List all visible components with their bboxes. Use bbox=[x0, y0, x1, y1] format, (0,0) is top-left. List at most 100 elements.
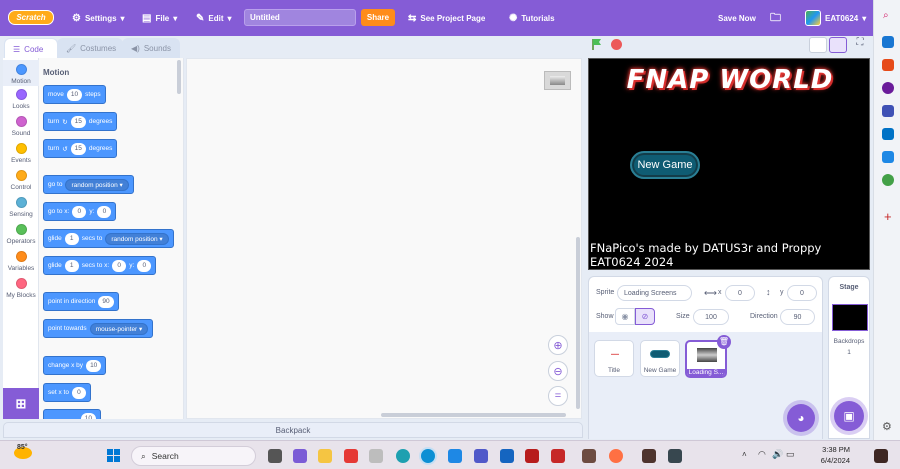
outlook-icon[interactable] bbox=[500, 449, 514, 463]
block-change-x[interactable]: change x by 10 bbox=[43, 356, 107, 375]
block-dropdown[interactable]: mouse-pointer ▾ bbox=[89, 322, 149, 335]
tab-costumes[interactable]: 🖌 Costumes bbox=[57, 38, 123, 58]
teams-work-icon[interactable] bbox=[474, 449, 488, 463]
block-dropdown[interactable]: random position ▾ bbox=[105, 232, 169, 245]
stage-selector-pane[interactable]: Stage Backdrops 1 ▣ bbox=[828, 276, 870, 439]
block-input[interactable]: 0 bbox=[112, 259, 127, 272]
category-operators[interactable]: Operators bbox=[3, 224, 39, 245]
zoom-reset-button[interactable]: = bbox=[548, 386, 568, 406]
block-input[interactable]: 10 bbox=[86, 359, 102, 372]
large-stage-button[interactable] bbox=[829, 37, 847, 53]
delete-sprite-icon[interactable]: 🗑 bbox=[717, 335, 731, 349]
small-stage-button[interactable] bbox=[809, 37, 827, 53]
store-icon[interactable] bbox=[369, 449, 383, 463]
game-icon[interactable] bbox=[642, 449, 656, 463]
block-input[interactable]: 0 bbox=[71, 386, 86, 399]
project-title-input[interactable]: Untitled bbox=[244, 9, 356, 26]
block-glide-xy[interactable]: glide 1 secs to x: 0 y: 0 bbox=[43, 256, 157, 275]
block-input[interactable]: 10 bbox=[80, 412, 96, 419]
gear-icon[interactable]: ⚙ bbox=[882, 420, 892, 433]
volume-icon[interactable]: 🔊 bbox=[772, 449, 783, 460]
category-my-blocks[interactable]: My Blocks bbox=[3, 278, 39, 299]
block-input[interactable]: 90 bbox=[98, 295, 114, 308]
zoom-out-button[interactable]: ⊖ bbox=[548, 361, 568, 381]
category-control[interactable]: Control bbox=[3, 170, 39, 191]
green-flag-icon[interactable] bbox=[591, 38, 603, 50]
briefcase-icon[interactable] bbox=[882, 59, 894, 71]
stop-icon[interactable] bbox=[611, 39, 622, 50]
tree-icon[interactable] bbox=[882, 174, 894, 186]
block-input[interactable]: 15 bbox=[70, 115, 86, 128]
sprite-name-input[interactable]: Loading Screens bbox=[617, 285, 692, 301]
size-input[interactable]: 100 bbox=[693, 309, 729, 325]
tutorials-button[interactable]: ✺ Tutorials bbox=[509, 0, 555, 36]
block-input[interactable]: 1 bbox=[64, 259, 79, 272]
clock-date[interactable]: 6/4/2024 bbox=[816, 456, 850, 465]
block-glide-to[interactable]: glide 1 secs to random position ▾ bbox=[43, 229, 174, 248]
block-input[interactable]: 0 bbox=[137, 259, 152, 272]
tab-sounds[interactable]: ◀) Sounds bbox=[122, 38, 180, 58]
sprite-tile-title[interactable]: ▬▬ Title bbox=[594, 340, 634, 377]
choose-sprite-icon[interactable]: ◕ bbox=[787, 404, 815, 432]
category-sensing[interactable]: Sensing bbox=[3, 197, 39, 218]
app-icon[interactable] bbox=[448, 449, 462, 463]
share-button[interactable]: Share bbox=[361, 9, 395, 26]
block-turn-right[interactable]: turn ↻ 15 degrees bbox=[43, 112, 118, 131]
tab-code[interactable]: ☰ Code bbox=[4, 38, 58, 59]
app-brown-icon[interactable] bbox=[582, 449, 596, 463]
block-turn-left[interactable]: turn ↺ 15 degrees bbox=[43, 139, 118, 158]
block-input[interactable]: 0 bbox=[97, 205, 112, 218]
file-menu[interactable]: ▤ File ▾ bbox=[142, 0, 177, 36]
search-icon[interactable]: ⌕ bbox=[883, 10, 889, 21]
outlook-icon[interactable] bbox=[882, 128, 894, 140]
x-input[interactable]: 0 bbox=[725, 285, 755, 301]
app-red-icon[interactable] bbox=[525, 449, 539, 463]
direction-input[interactable]: 90 bbox=[780, 309, 815, 325]
category-motion[interactable]: Motion bbox=[3, 60, 39, 86]
scratch-logo[interactable]: Scratch bbox=[8, 10, 54, 25]
stage-canvas[interactable]: FNAP WORLD New Game FNaPico's made by DA… bbox=[588, 58, 870, 270]
show-hidden-button[interactable]: ⊘ bbox=[635, 308, 655, 325]
block-point-towards[interactable]: point towards mouse-pointer ▾ bbox=[43, 319, 154, 338]
app-m-icon[interactable] bbox=[551, 449, 565, 463]
games-icon[interactable] bbox=[882, 82, 894, 94]
block-input[interactable]: 0 bbox=[72, 205, 87, 218]
send-icon[interactable] bbox=[882, 151, 894, 163]
firefox-icon[interactable] bbox=[609, 449, 623, 463]
backpack-bar[interactable]: Backpack bbox=[3, 422, 583, 438]
file-explorer-icon[interactable] bbox=[318, 449, 332, 463]
add-extension-button[interactable]: ⊞ bbox=[3, 388, 39, 419]
game-alt-icon[interactable] bbox=[668, 449, 682, 463]
taskbar-search[interactable]: ⌕ Search bbox=[131, 446, 256, 466]
new-game-button[interactable]: New Game bbox=[630, 151, 700, 179]
edge-icon[interactable] bbox=[421, 449, 435, 463]
block-move-steps[interactable]: move 10 steps bbox=[43, 85, 106, 104]
tag-icon[interactable] bbox=[882, 36, 894, 48]
teams-icon[interactable] bbox=[293, 449, 307, 463]
show-visible-button[interactable]: ◉ bbox=[615, 308, 635, 325]
category-sound[interactable]: Sound bbox=[3, 116, 39, 137]
notification-icon[interactable] bbox=[874, 449, 888, 463]
chevron-up-icon[interactable]: ˄ bbox=[742, 450, 747, 459]
block-input[interactable]: 10 bbox=[66, 88, 83, 101]
script-workspace[interactable] bbox=[186, 58, 582, 419]
battery-icon[interactable]: ▭ bbox=[786, 449, 795, 460]
block-input[interactable]: 15 bbox=[70, 142, 86, 155]
block-go-to-xy[interactable]: go to x: 0 y: 0 bbox=[43, 202, 117, 221]
sprite-tile-new-game[interactable]: New Game bbox=[640, 340, 680, 377]
y-input[interactable]: 0 bbox=[787, 285, 817, 301]
edit-menu[interactable]: ✎ Edit ▾ bbox=[196, 0, 232, 36]
wifi-icon[interactable]: ◠ bbox=[758, 449, 766, 460]
block-partial[interactable]: 10 bbox=[43, 409, 101, 419]
block-set-x[interactable]: set x to 0 bbox=[43, 383, 91, 402]
office-icon[interactable] bbox=[344, 449, 358, 463]
block-input[interactable]: 1 bbox=[64, 232, 79, 245]
zoom-in-button[interactable]: ⊕ bbox=[548, 335, 568, 355]
clock-time[interactable]: 3:38 PM bbox=[820, 445, 850, 454]
block-point-direction[interactable]: point in direction 90 bbox=[43, 292, 119, 311]
see-project-page-button[interactable]: ⇆ See Project Page bbox=[408, 0, 485, 36]
add-icon[interactable]: + bbox=[884, 209, 892, 224]
workspace-vscrollbar[interactable] bbox=[576, 237, 580, 409]
category-events[interactable]: Events bbox=[3, 143, 39, 164]
palette-scrollbar[interactable] bbox=[177, 60, 181, 94]
